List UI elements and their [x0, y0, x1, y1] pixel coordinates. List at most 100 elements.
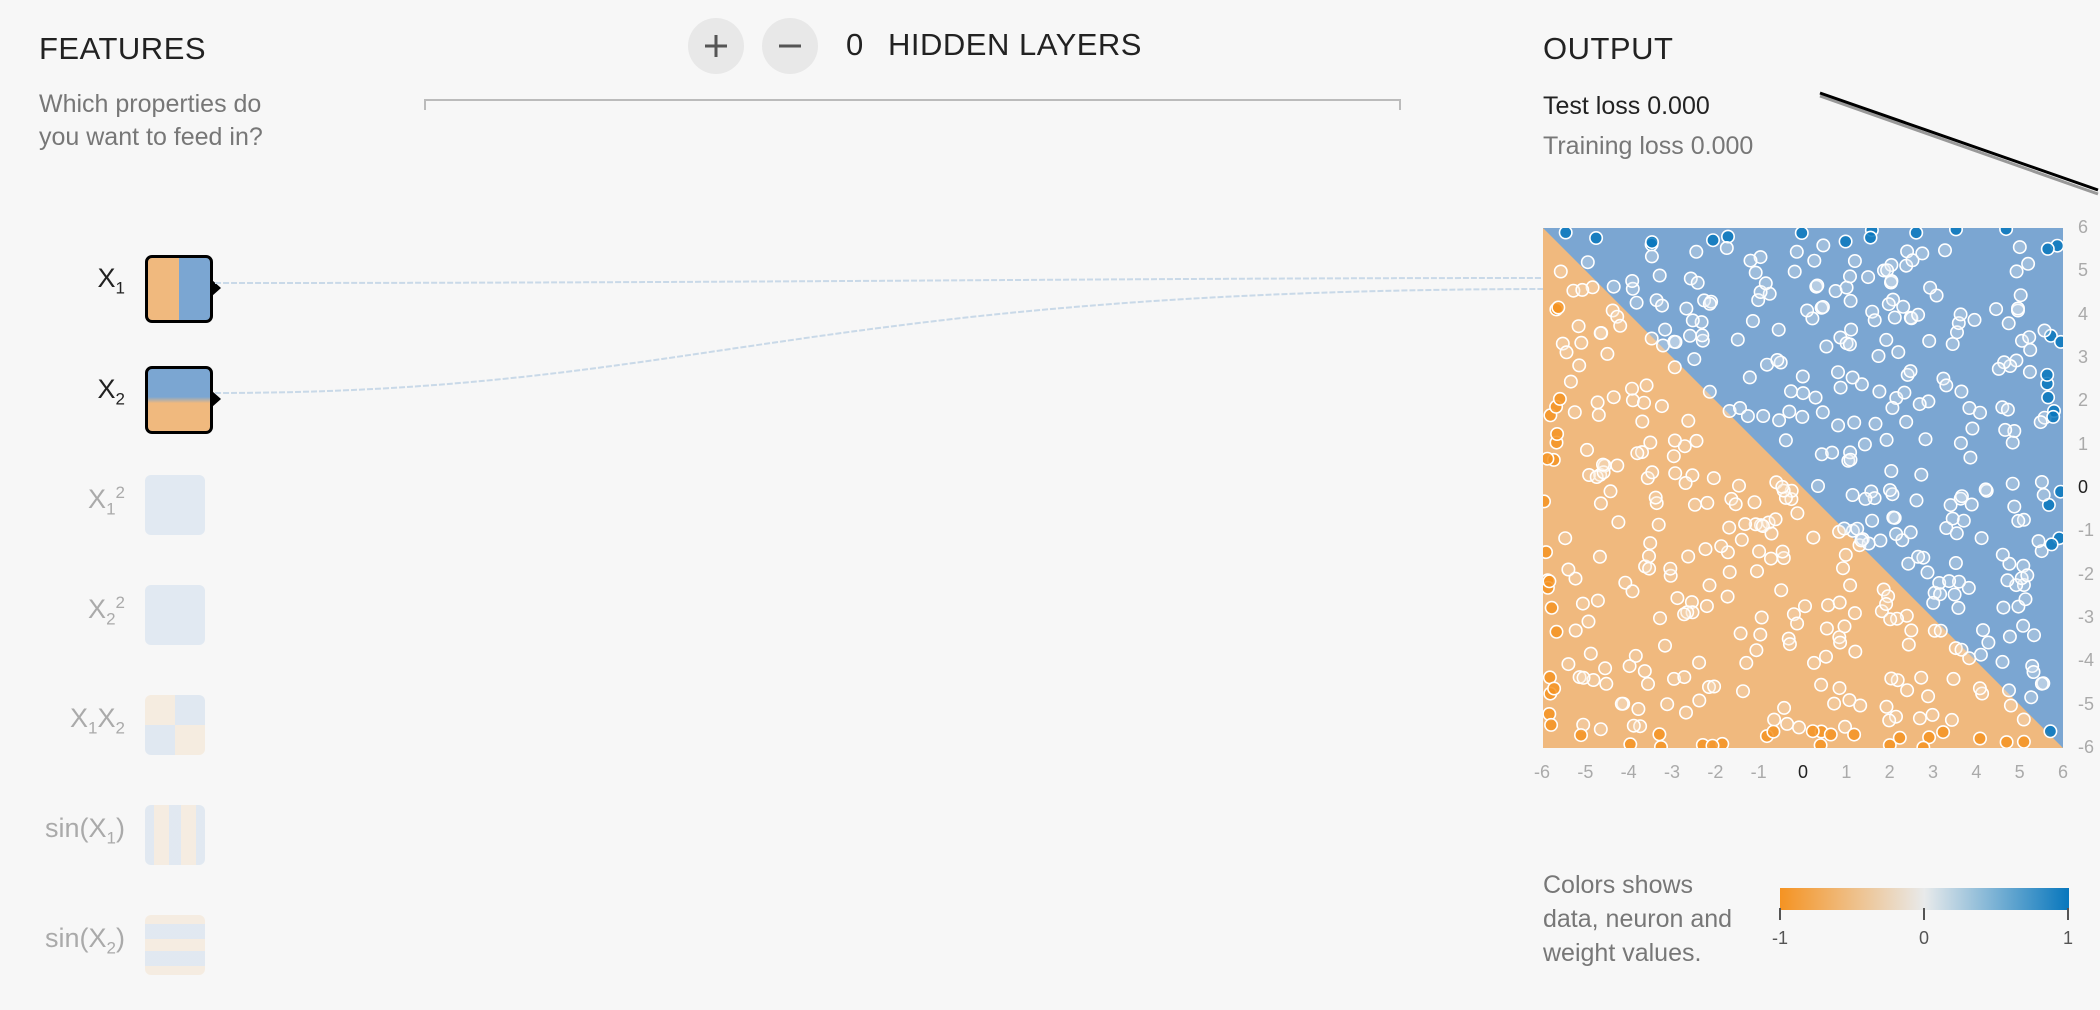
data-point	[2016, 734, 2031, 749]
link-x1-output[interactable]	[214, 277, 1544, 284]
data-point	[1794, 226, 1809, 240]
data-point	[1655, 298, 1670, 313]
data-point	[1728, 497, 1743, 512]
data-point	[1795, 369, 1810, 384]
data-point	[1539, 545, 1553, 560]
data-point	[1965, 421, 1980, 436]
data-point	[1953, 307, 1968, 322]
data-point	[1745, 314, 1760, 329]
data-point	[2041, 390, 2056, 405]
data-point	[1549, 624, 1564, 639]
data-point	[1847, 253, 1862, 268]
data-point	[1700, 495, 1715, 510]
data-point	[1996, 600, 2011, 615]
data-point	[1774, 583, 1789, 598]
data-point	[1625, 584, 1640, 599]
x-tick-label: 4	[1971, 762, 1982, 782]
data-point	[2012, 240, 2027, 255]
data-point	[1677, 607, 1692, 622]
data-point	[1573, 728, 1588, 743]
data-point	[1645, 235, 1660, 250]
link-x2-output[interactable]	[214, 288, 1544, 394]
data-point	[1789, 244, 1804, 259]
data-point	[1590, 593, 1605, 608]
data-point	[2016, 712, 2031, 727]
data-point	[1995, 654, 2010, 669]
data-point	[1807, 253, 1822, 268]
data-point	[1706, 471, 1721, 486]
data-point	[1571, 319, 1586, 334]
data-point	[1591, 407, 1606, 422]
data-point	[1897, 385, 1912, 400]
data-point	[2053, 334, 2068, 349]
y-tick-label: 0	[2078, 477, 2089, 497]
data-point	[1813, 738, 1828, 753]
data-point	[2024, 690, 2039, 705]
data-point	[1652, 727, 1667, 742]
data-point	[1583, 646, 1598, 661]
data-point	[1551, 300, 1566, 315]
data-point	[1854, 533, 1869, 548]
data-point	[1614, 696, 1629, 711]
data-point	[1668, 466, 1683, 481]
data-point	[2001, 683, 2016, 698]
x-tick-label: 1	[1841, 762, 1852, 782]
data-point	[2026, 664, 2041, 679]
data-point	[1863, 230, 1878, 245]
data-point	[2034, 676, 2049, 691]
data-point	[1843, 293, 1858, 308]
data-point	[1942, 574, 1957, 589]
data-point	[2046, 409, 2061, 424]
data-point	[1547, 681, 1562, 696]
data-point	[1922, 334, 1937, 349]
data-point	[1879, 432, 1894, 447]
data-point	[1544, 600, 1559, 615]
data-point	[1780, 716, 1795, 731]
data-point	[2009, 264, 2024, 279]
data-point	[1951, 600, 1966, 615]
data-point	[1628, 648, 1643, 663]
output-heatmap[interactable]	[1537, 222, 2068, 755]
data-point	[1679, 705, 1694, 720]
data-point	[1738, 517, 1753, 532]
data-point	[1978, 482, 1993, 497]
data-point	[1651, 517, 1666, 532]
data-point	[1999, 222, 2014, 237]
y-tick-label: 1	[2078, 433, 2089, 454]
data-point	[1867, 313, 1882, 328]
data-point	[1844, 322, 1859, 337]
data-point	[1719, 241, 1734, 255]
data-point	[1881, 297, 1896, 312]
data-point	[1606, 279, 1621, 294]
training-loss: Training loss 0.000	[1543, 132, 1754, 160]
data-point	[1947, 587, 1962, 602]
data-point	[1767, 712, 1782, 727]
data-point	[2005, 476, 2020, 491]
data-point	[1885, 400, 1900, 415]
data-point	[1749, 643, 1764, 658]
data-point	[1872, 384, 1887, 399]
data-point	[1945, 511, 1960, 526]
data-point	[1580, 255, 1595, 270]
output-title: OUTPUT	[1543, 31, 1674, 66]
data-point	[1949, 526, 1964, 541]
x-tick-label: 0	[1798, 762, 1809, 782]
data-point	[1805, 724, 1820, 739]
data-point	[1835, 561, 1850, 576]
data-point	[1833, 380, 1848, 395]
data-point	[1667, 360, 1682, 375]
data-point	[1784, 384, 1799, 399]
data-point	[1914, 670, 1929, 685]
data-point	[1692, 655, 1707, 670]
data-point	[1603, 484, 1618, 499]
data-point	[1740, 409, 1755, 424]
data-point	[1574, 335, 1589, 350]
data-point	[1593, 722, 1608, 737]
data-point	[1800, 303, 1815, 318]
data-point	[2036, 487, 2051, 502]
data-point	[1914, 467, 1929, 482]
data-point	[1764, 551, 1779, 566]
data-point	[1939, 378, 1954, 393]
data-point	[1798, 599, 1813, 614]
data-point	[1595, 457, 1610, 472]
